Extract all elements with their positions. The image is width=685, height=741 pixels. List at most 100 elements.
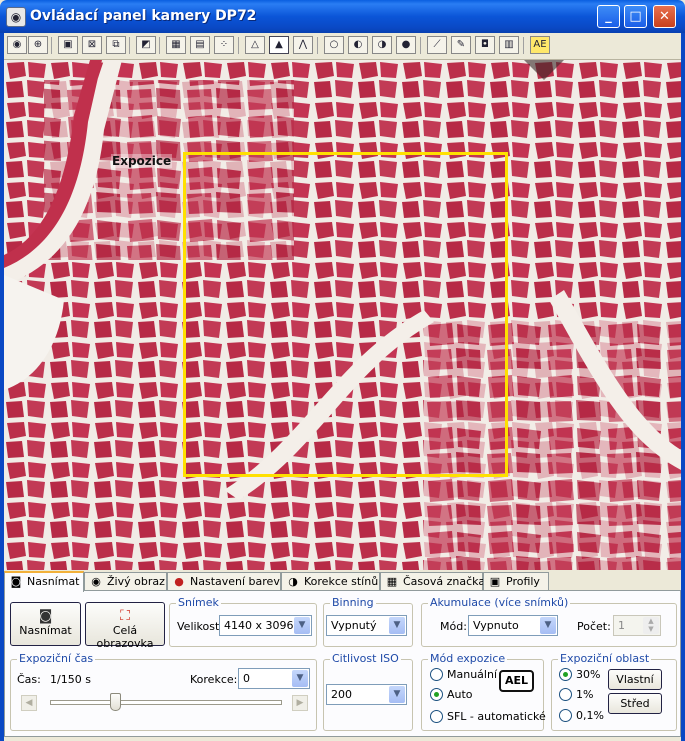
live-view-image[interactable]: Expozice: [4, 60, 681, 570]
camera-icon: ◙: [10, 575, 22, 588]
eye-icon[interactable]: ◉: [7, 36, 27, 54]
spinner-arrows-icon: ▲ ▼: [643, 617, 659, 634]
toolbar-separator: [129, 37, 130, 54]
size-label: Velikost:: [177, 620, 224, 633]
count-spinner[interactable]: 1 ▲ ▼: [613, 615, 661, 636]
radio-area-01[interactable]: [559, 709, 572, 722]
exposure-slider-track[interactable]: [50, 700, 282, 705]
chevron-down-icon: ▼: [389, 686, 405, 703]
minimize-icon: _: [605, 9, 612, 24]
accumulation-group-title: Akumulace (více snímků): [428, 596, 571, 609]
binning-select[interactable]: Vypnutý ▼: [326, 615, 407, 636]
tab-nastaveni-barev[interactable]: ● Nastavení barev: [167, 572, 281, 591]
snimek-group-title: Snímek: [176, 596, 221, 609]
circle-fill-icon[interactable]: ●: [396, 36, 416, 54]
pen-icon[interactable]: ✎: [451, 36, 471, 54]
count-value: 1: [618, 619, 625, 632]
ruler-icon[interactable]: ⟋: [427, 36, 447, 54]
radio-auto-label: Auto: [447, 688, 473, 701]
minimize-button[interactable]: _: [597, 5, 620, 28]
ael-button[interactable]: AEL: [499, 670, 534, 692]
slider-left-arrow-icon[interactable]: ◀: [21, 695, 37, 711]
tab-nasnimat[interactable]: ◙ Nasnímat: [4, 571, 84, 592]
tab-label: Profily: [506, 575, 540, 588]
count-label: Počet:: [577, 620, 611, 633]
chevron-down-icon: ▼: [292, 670, 308, 687]
toolbar-separator: [420, 37, 421, 54]
radio-area-1[interactable]: [559, 688, 572, 701]
tab-profily[interactable]: ▣ Profily: [483, 572, 549, 591]
image-12-icon[interactable]: ▤: [190, 36, 210, 54]
ae-icon[interactable]: AE: [530, 36, 550, 54]
time-value: 1/150 s: [50, 673, 91, 686]
snap-button[interactable]: ◙ Nasnímat: [10, 602, 81, 646]
tab-zivy-obraz[interactable]: ◉ Živý obraz: [84, 572, 167, 591]
circle-dark-icon[interactable]: ◑: [372, 36, 392, 54]
tab-korekce-stinu[interactable]: ◑ Korekce stínů: [281, 572, 380, 591]
center-button[interactable]: Střed: [608, 693, 662, 714]
camera-icon: ◙: [38, 608, 53, 624]
circle-half-icon[interactable]: ◐: [348, 36, 368, 54]
maximize-button[interactable]: □: [624, 5, 647, 28]
tab-label: Nastavení barev: [190, 575, 280, 588]
save-icon[interactable]: ▥: [499, 36, 519, 54]
toolbar-separator: [51, 37, 52, 54]
color-grid-icon[interactable]: ▦: [166, 36, 186, 54]
camera-app-icon: ◉: [6, 7, 26, 27]
chevron-down-icon: ▼: [294, 617, 310, 634]
radio-sfl-auto[interactable]: [430, 710, 443, 723]
fullscreen-button-label: Celá obrazovka: [96, 624, 154, 650]
exposure-slider-thumb[interactable]: [110, 693, 121, 711]
exposure-time-group-title: Expoziční čas: [17, 652, 96, 665]
toolbar-separator: [238, 37, 239, 54]
window-title: Ovládací panel kamery DP72: [30, 8, 257, 24]
radio-area-30[interactable]: [559, 668, 572, 681]
chevron-down-icon: ▼: [540, 617, 556, 634]
tab-label: Nasnímat: [27, 575, 80, 588]
disk-icon: ▣: [489, 575, 501, 588]
correction-label: Korekce:: [190, 673, 238, 686]
radio-auto[interactable]: [430, 688, 443, 701]
slider-right-arrow-icon[interactable]: ▶: [292, 695, 308, 711]
close-button[interactable]: ✕: [653, 5, 676, 28]
exposure-area-frame[interactable]: [183, 152, 508, 477]
correction-value: 0: [243, 672, 250, 685]
histogram-icon[interactable]: △: [245, 36, 265, 54]
custom-button[interactable]: Vlastní: [608, 669, 662, 690]
title-bar: ◉ Ovládací panel kamery DP72 _ □ ✕: [0, 0, 685, 33]
tab-casova-znacka[interactable]: ▦ Časová značka: [380, 572, 486, 591]
toolbar-separator: [523, 37, 524, 54]
camera-small-icon[interactable]: ◘: [475, 36, 495, 54]
zoom-icon[interactable]: ⊕: [28, 36, 48, 54]
binning-value: Vypnutý: [331, 619, 377, 632]
correction-select[interactable]: 0 ▼: [238, 668, 310, 689]
white-balance-icon[interactable]: ◩: [136, 36, 156, 54]
circle-empty-icon[interactable]: ○: [324, 36, 344, 54]
snap-button-label: Nasnímat: [19, 624, 72, 637]
toolbar: ◉ ⊕ ▣ ⊠ ⧉ ◩ ▦ ▤ ⁘ △ ▲ ⋀ ○ ◐ ◑ ● ⟋ ✎ ◘ ▥ …: [4, 33, 681, 60]
tab-label: Časová značka: [403, 575, 486, 588]
iso-select[interactable]: 200 ▼: [326, 684, 407, 705]
size-select[interactable]: 4140 x 3096 ▼: [219, 615, 312, 636]
fit-icon[interactable]: ⊠: [82, 36, 102, 54]
size-value: 4140 x 3096: [224, 619, 294, 632]
scatter-icon[interactable]: ⁘: [214, 36, 234, 54]
radio-manual-label: Manuální: [447, 668, 497, 681]
fullscreen-button[interactable]: ⛶ Celá obrazovka: [85, 602, 165, 650]
fullscreen-icon[interactable]: ⧉: [106, 36, 126, 54]
eye-icon: ◉: [91, 575, 101, 588]
shading-icon: ◑: [288, 575, 298, 588]
toolbar-separator: [317, 37, 318, 54]
radio-area-1-label: 1%: [576, 688, 594, 701]
accumulation-mode-select[interactable]: Vypnuto ▼: [468, 615, 558, 636]
tab-label: Živý obraz: [107, 575, 165, 588]
accumulation-mode-value: Vypnuto: [473, 619, 519, 632]
tab-label: Korekce stínů: [304, 575, 379, 588]
iso-value: 200: [331, 688, 352, 701]
histogram-bold-icon[interactable]: ▲: [269, 36, 289, 54]
maximize-icon: □: [629, 9, 642, 24]
radio-manual[interactable]: [430, 668, 443, 681]
histogram-peak-icon[interactable]: ⋀: [293, 36, 313, 54]
camera-icon[interactable]: ▣: [58, 36, 78, 54]
fullscreen-icon: ⛶: [120, 608, 130, 624]
